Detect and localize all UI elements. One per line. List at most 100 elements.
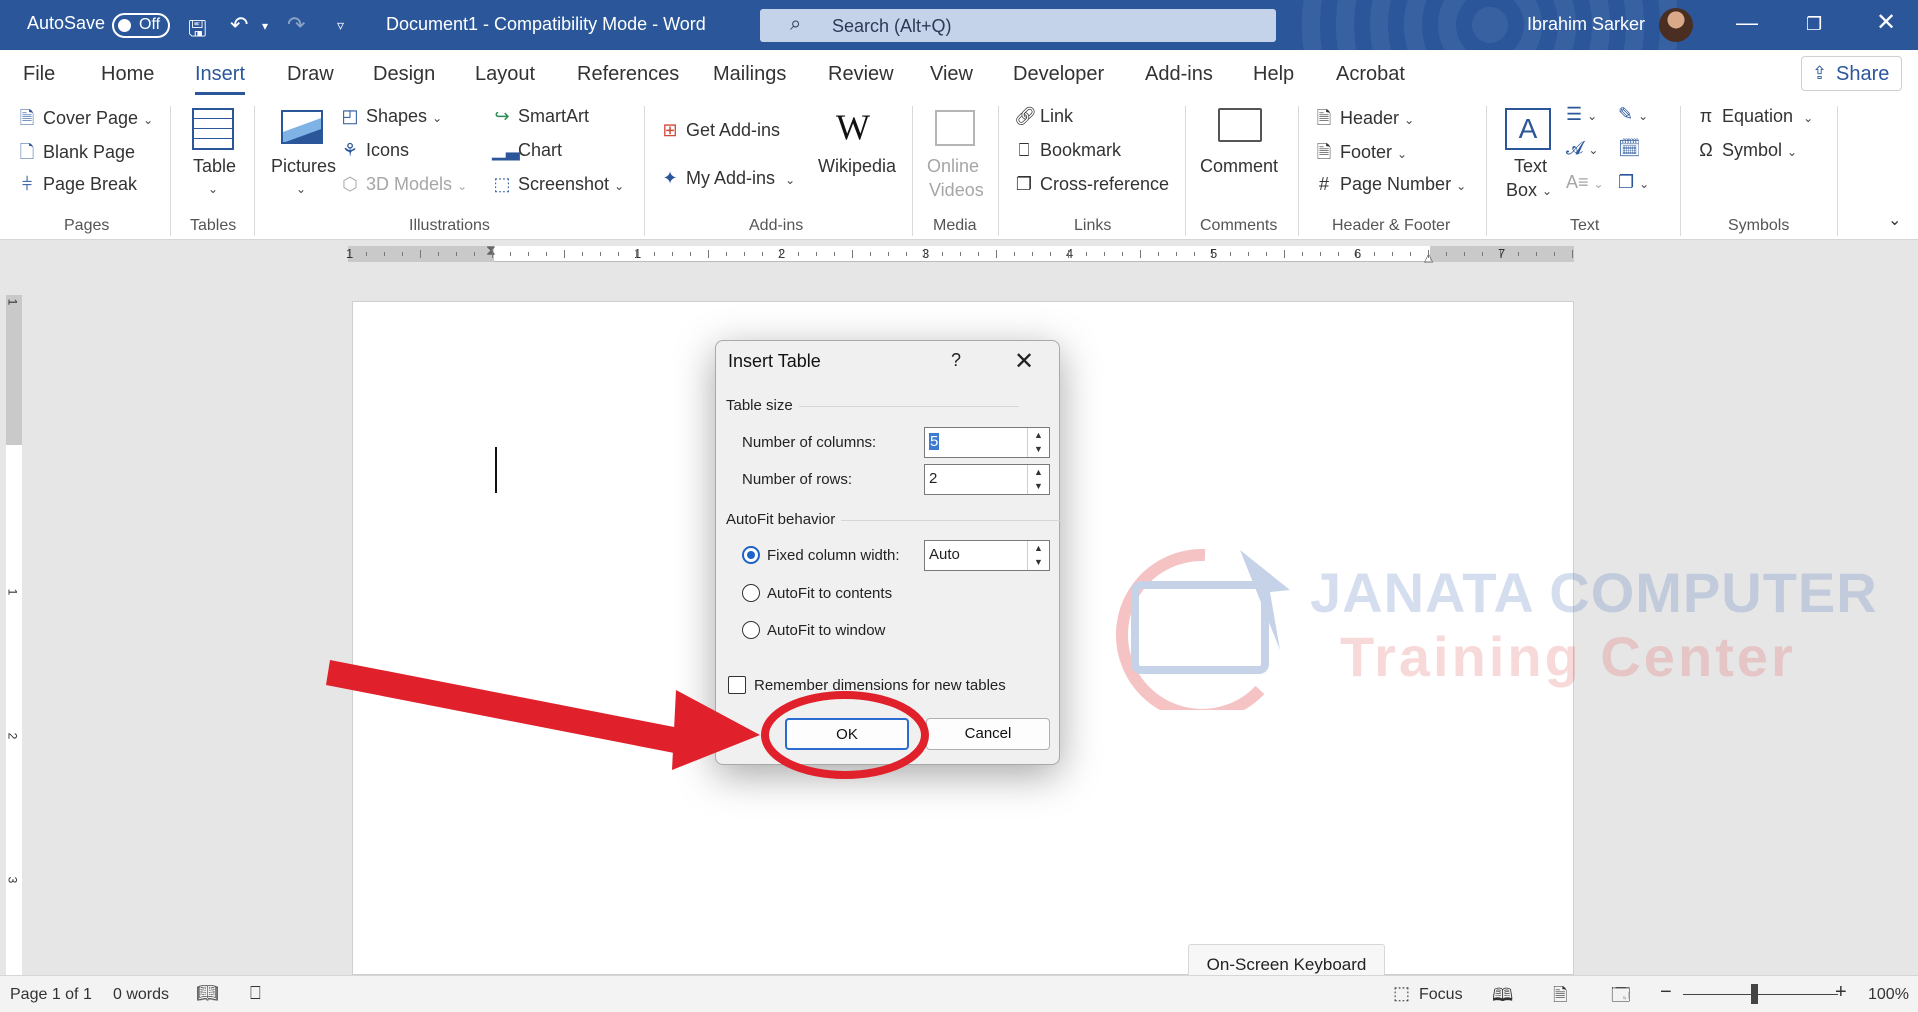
zoom-in-icon[interactable]: + — [1835, 981, 1847, 1004]
tab-layout[interactable]: Layout — [475, 63, 535, 86]
accessibility-icon[interactable]: ⎕ — [250, 983, 261, 1004]
my-add-ins-button[interactable]: ✦ My Add-ins ⌄ — [660, 168, 795, 189]
stepper-arrows-icon[interactable]: ▲ ▼ — [1027, 465, 1049, 494]
tab-file[interactable]: File — [23, 63, 55, 86]
omega-icon: Ω — [1699, 140, 1713, 160]
avatar[interactable] — [1659, 8, 1693, 42]
tab-developer[interactable]: Developer — [1013, 63, 1104, 86]
read-mode-icon[interactable]: 🕮︎ — [1492, 983, 1513, 1012]
screenshot-icon: ⬚ — [493, 174, 511, 194]
ruler-number: 3 — [5, 876, 20, 884]
cover-page-button[interactable]: 🗎 Cover Page ⌄ — [17, 106, 153, 136]
columns-stepper[interactable]: 5 ▲ ▼ — [924, 427, 1050, 458]
zoom-slider-thumb[interactable] — [1751, 984, 1758, 1004]
tab-insert[interactable]: Insert — [195, 63, 246, 95]
tab-add-ins[interactable]: Add-ins — [1145, 63, 1213, 86]
cancel-button[interactable]: Cancel — [926, 718, 1050, 750]
autofit-contents-radio[interactable] — [742, 584, 760, 602]
fixed-column-width-radio[interactable] — [742, 546, 760, 564]
indent-marker-icon[interactable]: ⧗ — [486, 242, 496, 259]
header-button[interactable]: 🗎 Header ⌄ — [1314, 106, 1414, 136]
tab-acrobat[interactable]: Acrobat — [1336, 63, 1405, 86]
cross-reference-button[interactable]: ❐ Cross-reference — [1014, 174, 1169, 195]
close-window-icon[interactable]: ✕ — [1876, 8, 1896, 37]
save-icon[interactable]: 🖫 — [188, 12, 207, 50]
user-name[interactable]: Ibrahim Sarker — [1527, 14, 1645, 35]
fixed-column-width-label[interactable]: Fixed column width: — [767, 547, 900, 564]
chart-button[interactable]: ▁▃Chart — [492, 140, 562, 161]
fixed-width-stepper[interactable]: Auto ▲ ▼ — [924, 540, 1050, 571]
zoom-out-icon[interactable]: − — [1660, 981, 1672, 1004]
share-button[interactable]: ⇪ Share — [1801, 56, 1902, 91]
search-box[interactable]: ⌕ Search (Alt+Q) — [760, 9, 1276, 42]
autofit-window-radio[interactable] — [742, 621, 760, 639]
autofit-window-label[interactable]: AutoFit to window — [767, 622, 885, 639]
autofit-contents-label[interactable]: AutoFit to contents — [767, 585, 892, 602]
ok-button[interactable]: OK — [785, 718, 909, 750]
word-count[interactable]: 0 words — [113, 986, 169, 1004]
close-icon[interactable]: ✕ — [1014, 347, 1034, 376]
link-button[interactable]: 🔗︎ Link — [1014, 106, 1073, 127]
customize-quick-access-icon[interactable]: ▿ — [337, 17, 344, 34]
stepper-arrows-icon[interactable]: ▲ ▼ — [1027, 541, 1049, 570]
redo-icon[interactable]: ↷ — [287, 12, 305, 38]
tab-draw[interactable]: Draw — [287, 63, 334, 86]
collapse-ribbon-chevron-icon[interactable]: ⌄ — [1888, 210, 1901, 230]
symbol-button[interactable]: Ω Symbol ⌄ — [1696, 140, 1797, 161]
web-layout-icon[interactable]: 🗔︎ — [1611, 983, 1631, 1012]
undo-dropdown-chevron-icon[interactable]: ▾ — [262, 19, 268, 33]
page-count[interactable]: Page 1 of 1 — [10, 986, 92, 1004]
group-label-add-ins: Add-ins — [749, 217, 804, 234]
print-layout-icon[interactable]: 🗎 — [1553, 983, 1567, 1012]
footer-button[interactable]: 🗎 Footer ⌄ — [1314, 140, 1407, 170]
smartart-button[interactable]: ↪ SmartArt — [492, 106, 589, 127]
page-number-button[interactable]: # Page Number ⌄ — [1314, 174, 1466, 195]
tab-mailings[interactable]: Mailings — [713, 63, 786, 86]
tab-design[interactable]: Design — [373, 63, 435, 86]
vertical-ruler[interactable]: 1 1 2 3 — [5, 295, 22, 975]
page-break-button[interactable]: ⫩ Page Break — [17, 174, 137, 195]
fixed-width-value[interactable]: Auto — [929, 546, 960, 563]
remember-dimensions-checkbox[interactable] — [728, 676, 746, 694]
equation-button[interactable]: π Equation ⌄ — [1696, 106, 1813, 127]
ruler-tick — [1536, 252, 1537, 256]
focus-icon[interactable]: ⬚ — [1393, 983, 1410, 1004]
columns-value[interactable]: 5 — [929, 433, 940, 450]
shapes-button[interactable]: ◰ Shapes ⌄ — [340, 106, 442, 127]
minimize-icon[interactable]: — — [1736, 10, 1758, 36]
tab-view[interactable]: View — [930, 63, 973, 86]
blank-page-button[interactable]: 🗋 Blank Page — [17, 140, 135, 170]
3d-models-button[interactable]: ⬡ 3D Models ⌄ — [340, 174, 467, 195]
date-time-icon[interactable]: 🗓︎ — [1618, 138, 1641, 159]
object-icon[interactable]: ❐ ⌄ — [1618, 172, 1649, 193]
link-icon: 🔗︎ — [1014, 106, 1037, 126]
icons-button[interactable]: ⚘ Icons — [340, 140, 409, 161]
horizontal-ruler[interactable]: 1 1 2 3 4 5 6 7 ⧗ △ — [346, 242, 1574, 264]
quick-parts-icon[interactable]: ☰ ⌄ — [1566, 104, 1597, 125]
bookmark-button[interactable]: ⎕ Bookmark — [1014, 140, 1121, 161]
proofing-icon[interactable]: 📖︎ — [196, 983, 219, 1004]
group-label-header-footer: Header & Footer — [1332, 217, 1451, 234]
tab-review[interactable]: Review — [828, 63, 894, 86]
tab-references[interactable]: References — [577, 63, 679, 86]
tab-home[interactable]: Home — [101, 63, 154, 86]
help-button[interactable]: ? — [951, 350, 961, 371]
remember-dimensions-label[interactable]: Remember dimensions for new tables — [754, 677, 1006, 694]
zoom-level[interactable]: 100% — [1868, 986, 1909, 1004]
autosave-toggle[interactable]: Off — [112, 13, 170, 38]
focus-button[interactable]: Focus — [1419, 986, 1463, 1004]
signature-line-icon[interactable]: ✎ ⌄ — [1618, 104, 1648, 125]
get-add-ins-button[interactable]: ⊞ Get Add-ins — [660, 120, 780, 141]
undo-icon[interactable]: ↶ — [230, 12, 248, 38]
rows-stepper[interactable]: 2 ▲ ▼ — [924, 464, 1050, 495]
stepper-arrows-icon[interactable]: ▲ ▼ — [1027, 428, 1049, 457]
wordart-icon[interactable]: 𝓐 ⌄ — [1566, 138, 1598, 159]
ruler-tick — [1086, 252, 1087, 256]
drop-cap-icon[interactable]: A≡ ⌄ — [1566, 172, 1604, 193]
rows-value[interactable]: 2 — [929, 470, 937, 487]
restore-icon[interactable]: ❐ — [1806, 14, 1822, 35]
screenshot-button[interactable]: ⬚ Screenshot ⌄ — [492, 174, 624, 195]
zoom-slider-track[interactable] — [1683, 994, 1838, 995]
tab-help[interactable]: Help — [1253, 63, 1294, 86]
ruler-tick — [1392, 252, 1393, 256]
